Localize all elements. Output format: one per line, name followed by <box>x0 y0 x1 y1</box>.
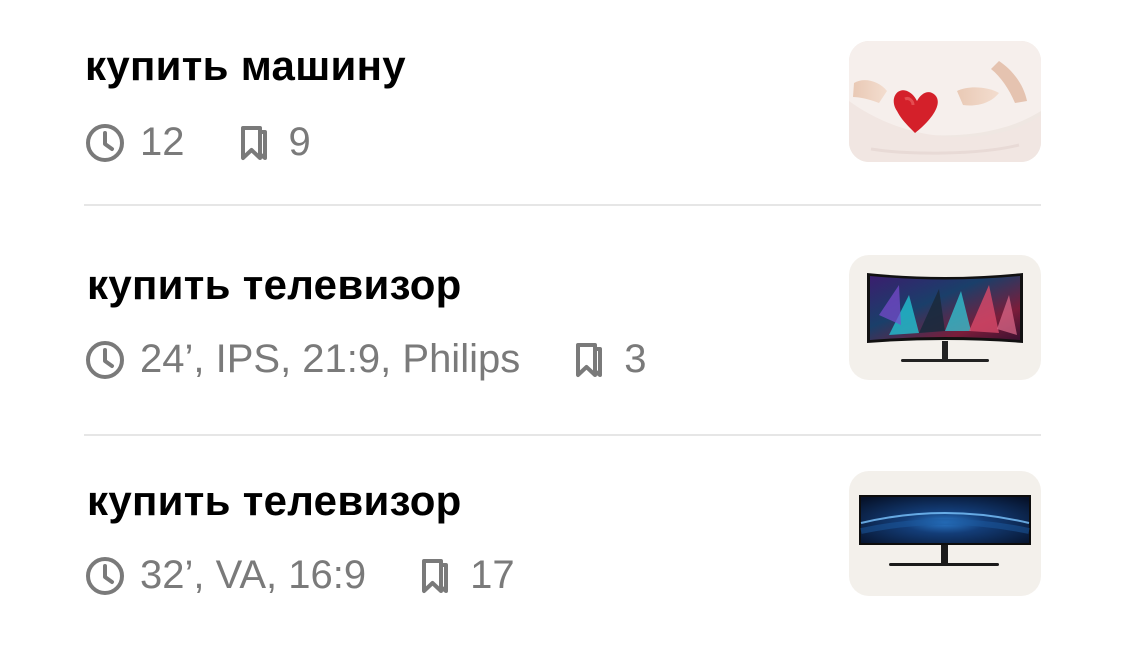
item-thumbnail[interactable] <box>849 471 1041 596</box>
curved-monitor-colorful <box>867 273 1023 362</box>
item-meta: 12 9 <box>84 120 311 165</box>
item-thumbnail[interactable] <box>849 41 1041 162</box>
search-results-list: купить машину 12 9 купить телевизор 24’,… <box>0 0 1125 660</box>
list-item[interactable]: купить машину 12 9 <box>0 0 1125 200</box>
clock-icon <box>86 123 124 162</box>
item-title[interactable]: купить машину <box>85 42 406 90</box>
divider <box>84 204 1041 206</box>
clock-icon <box>86 340 124 379</box>
bookmark-icon <box>240 125 267 160</box>
item-detail: 24’, IPS, 21:9, Philips <box>140 337 521 381</box>
belly-heart-photo <box>849 41 1041 162</box>
list-item[interactable]: купить телевизор 32’, VA, 16:9 17 <box>0 431 1125 631</box>
clock-icon <box>86 556 124 595</box>
item-saves-count: 3 <box>624 337 647 381</box>
item-detail: 12 <box>140 120 185 164</box>
item-meta: 24’, IPS, 21:9, Philips 3 <box>84 337 646 382</box>
item-saves-count: 17 <box>470 553 515 597</box>
item-thumbnail[interactable] <box>849 255 1041 380</box>
bookmark-icon <box>576 342 603 377</box>
bookmark-icon <box>422 558 449 593</box>
list-item[interactable]: купить телевизор 24’, IPS, 21:9, Philips… <box>0 215 1125 415</box>
ultrawide-monitor-blue <box>859 495 1031 566</box>
item-detail: 32’, VA, 16:9 <box>140 553 367 597</box>
item-title[interactable]: купить телевизор <box>87 477 462 525</box>
item-saves-count: 9 <box>288 120 311 164</box>
item-meta: 32’, VA, 16:9 17 <box>84 553 515 598</box>
item-title[interactable]: купить телевизор <box>87 261 462 309</box>
